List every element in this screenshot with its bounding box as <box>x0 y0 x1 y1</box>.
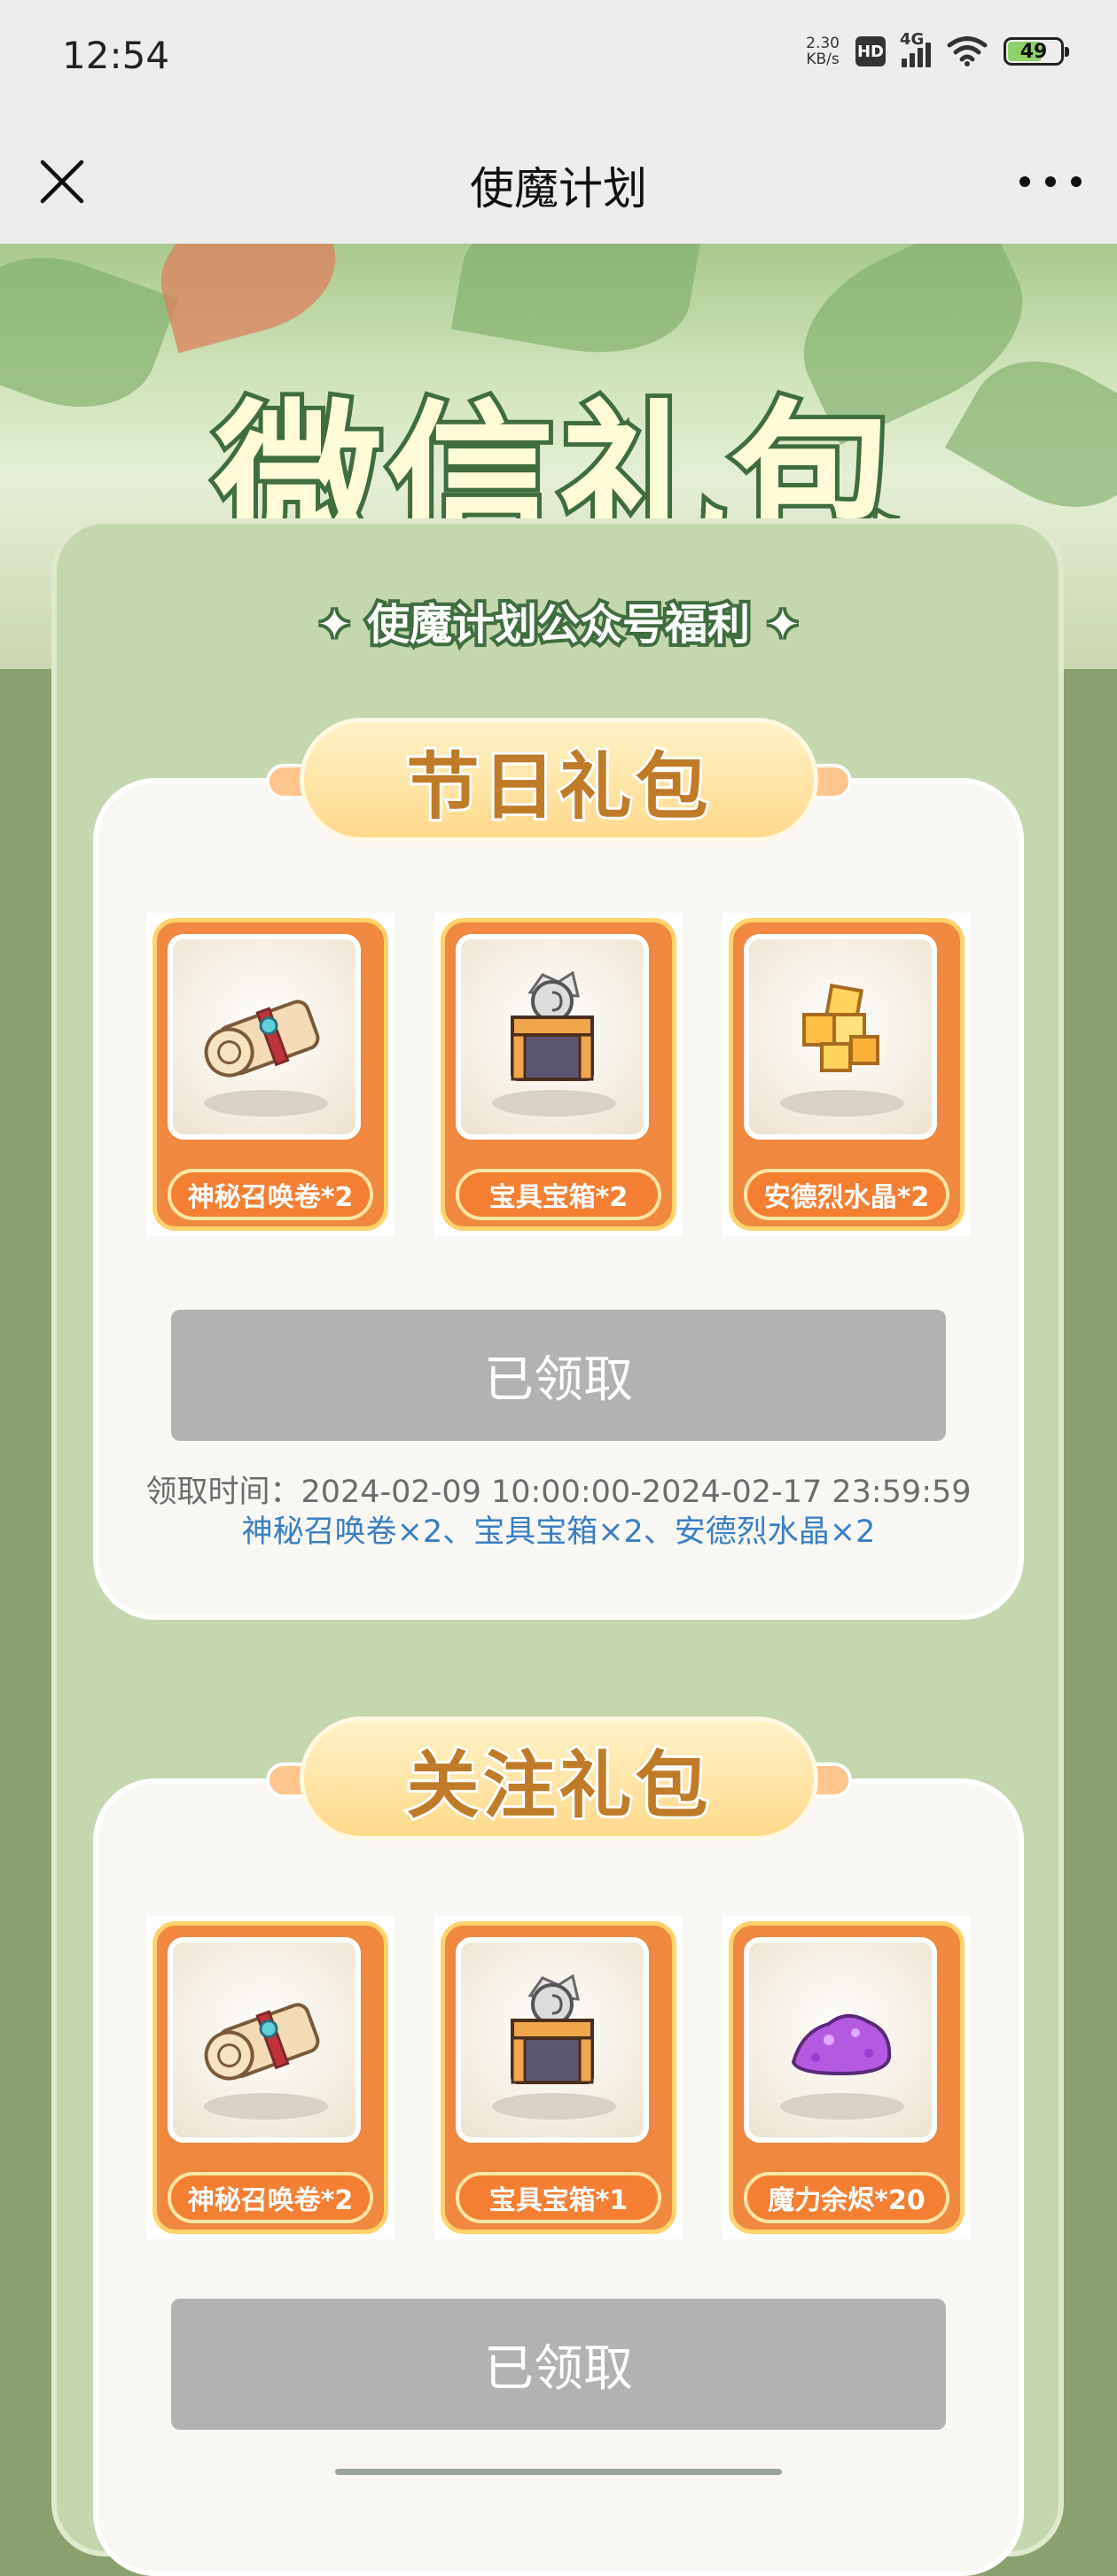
cellular-signal-icon: 4G <box>900 30 931 67</box>
reward-item-label: 安德烈水晶*2 <box>763 1182 930 1213</box>
reward-item-label: 宝具宝箱*2 <box>488 1182 629 1213</box>
claimed-button[interactable]: 已领取 <box>171 2299 946 2430</box>
status-icons: 2.30 KB/s HD 4G 49 <box>806 30 1069 67</box>
follow-pack-ribbon: 关注礼包 <box>266 1716 852 1841</box>
chest-icon <box>511 970 594 1081</box>
network-speed: 2.30 KB/s <box>806 35 840 67</box>
reward-item: 神秘召唤卷*2 <box>146 1916 394 2239</box>
reward-item-label: 宝具宝箱*1 <box>488 2185 629 2216</box>
page-title: 使魔计划 <box>470 163 647 214</box>
reward-item-label: 神秘召唤卷*2 <box>187 2185 354 2216</box>
status-time: 12:54 <box>62 34 170 77</box>
claimed-button[interactable]: 已领取 <box>171 1310 946 1441</box>
reward-item: 安德烈水晶*2 <box>723 913 971 1236</box>
ember-icon <box>791 2014 892 2076</box>
chest-icon <box>511 1973 594 2084</box>
festival-pack-ribbon: 节日礼包 <box>266 718 852 842</box>
more-options-icon[interactable] <box>1019 164 1082 199</box>
network-type: 4G <box>900 30 925 49</box>
reward-item: 宝具宝箱*2 <box>434 913 683 1236</box>
battery-icon: 49 <box>1004 37 1069 66</box>
festival-pack-items: 神秘召唤卷*2 宝具宝箱*2 安德烈水晶*2 <box>146 913 971 1236</box>
crystal-icon <box>802 983 879 1072</box>
battery-level: 49 <box>1019 40 1048 63</box>
scroll-icon <box>204 2003 320 2081</box>
hd-icon: HD <box>855 36 886 66</box>
nav-bar: 使魔计划 <box>0 120 1117 244</box>
network-speed-value: 2.30 <box>806 35 840 52</box>
reward-item: 神秘召唤卷*2 <box>146 913 394 1236</box>
status-bar: 12:54 2.30 KB/s HD 4G 49 <box>0 0 1117 120</box>
follow-pack-items: 神秘召唤卷*2 宝具宝箱*1 魔力余烬*20 <box>146 1916 971 2239</box>
reward-item: 魔力余烬*20 <box>723 1916 971 2239</box>
reward-summary-text: 神秘召唤卷×2、宝具宝箱×2、安德烈水晶×2 <box>241 1514 876 1550</box>
home-indicator[interactable] <box>335 2469 782 2475</box>
reward-item-label: 魔力余烬*20 <box>768 2185 926 2216</box>
wifi-icon <box>947 36 988 66</box>
scroll-icon <box>204 1000 320 1078</box>
reward-item-label: 神秘召唤卷*2 <box>187 1182 354 1213</box>
reward-item: 宝具宝箱*1 <box>434 1916 683 2239</box>
leaf-decoration <box>146 244 350 354</box>
claim-time-text: 领取时间：2024-02-09 10:00:00-2024-02-17 23:5… <box>145 1475 972 1510</box>
follow-pack-title: 关注礼包 <box>403 1741 712 1831</box>
network-speed-unit: KB/s <box>806 51 840 68</box>
festival-pack-title: 节日礼包 <box>403 743 712 832</box>
banner-subtitle: ✦ 使魔计划公众号福利 ✦ <box>313 596 804 653</box>
